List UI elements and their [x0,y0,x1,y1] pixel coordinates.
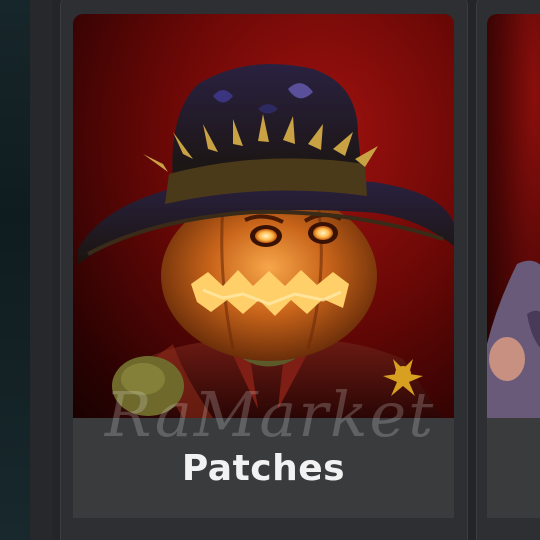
item-thumbnail[interactable] [73,14,454,418]
grid-gutter [30,0,52,540]
item-name[interactable]: Patches [73,448,454,489]
scarecrow-pumpkin-image [78,64,454,418]
next-item-image [487,260,540,418]
next-item-thumbnail[interactable] [487,14,540,418]
background-strip [0,0,30,540]
catalog-grid: RaMarket Patches [0,0,540,540]
next-item-caption-bar [487,418,540,518]
